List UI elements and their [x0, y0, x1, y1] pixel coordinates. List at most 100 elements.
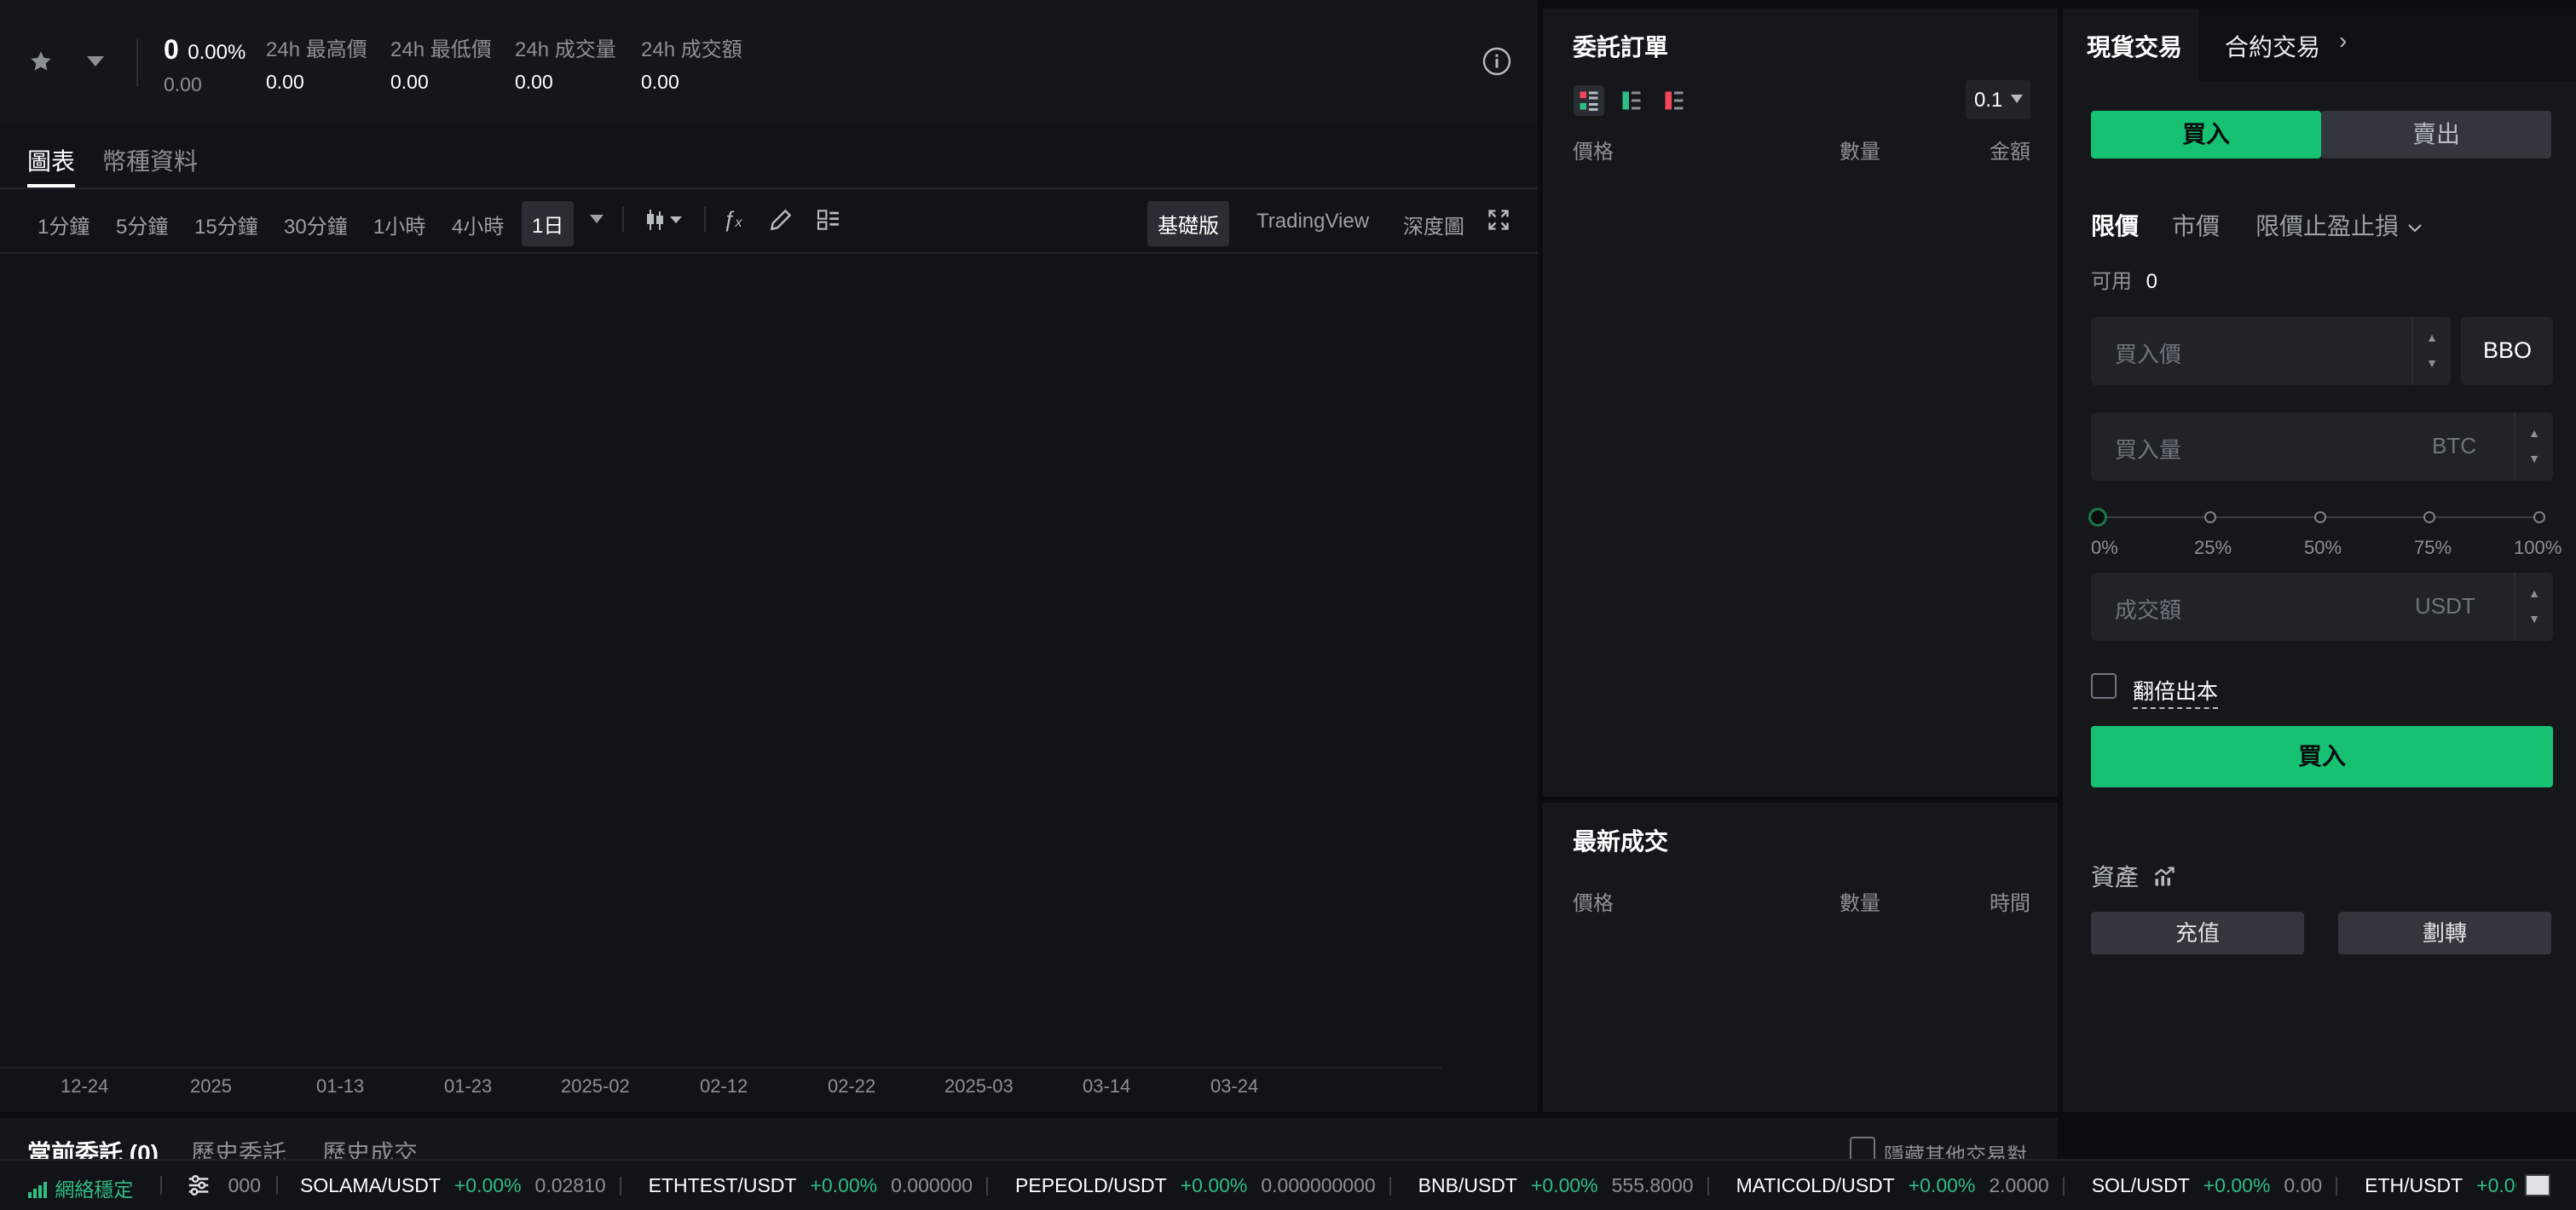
timeframe-1d[interactable]: 1日: [522, 201, 575, 246]
timeframe-30m[interactable]: 30分鐘: [284, 210, 348, 239]
toolbar-divider: [704, 206, 706, 232]
deposit-button[interactable]: 充值: [2091, 912, 2304, 954]
ticker-partial: 000: [228, 1174, 261, 1196]
total-placeholder: 成交額: [2115, 597, 2182, 623]
double-principal-checkbox[interactable]: [2091, 673, 2117, 699]
x-axis-label: 2025: [190, 1075, 232, 1097]
slider-mark[interactable]: [2533, 511, 2545, 523]
candle-icon[interactable]: [644, 206, 687, 233]
x-axis-label: 02-22: [828, 1075, 876, 1097]
precision-select[interactable]: 0.1: [1966, 80, 2030, 119]
order-type-stop-limit[interactable]: 限價止盈止損: [2255, 208, 2423, 242]
double-principal-label: 翻倍出本: [2133, 675, 2219, 709]
sell-tab[interactable]: 賣出: [2321, 111, 2551, 158]
price-placeholder: 買入價: [2115, 342, 2182, 367]
order-book-title: 委託訂單: [1573, 34, 1669, 60]
timeframe-5m[interactable]: 5分鐘: [116, 210, 168, 239]
caret-down-icon[interactable]: [85, 55, 106, 68]
hide-others-checkbox[interactable]: [1850, 1137, 1875, 1159]
ticker-item[interactable]: ETH/USDT +0.00% 0: [2365, 1174, 2516, 1197]
timeframe-15m[interactable]: 15分鐘: [194, 210, 258, 239]
decrement-icon[interactable]: ▼: [2524, 450, 2544, 467]
increment-icon[interactable]: ▲: [2524, 424, 2544, 441]
timeframe-1h[interactable]: 1小時: [373, 210, 425, 239]
star-icon[interactable]: [29, 49, 53, 73]
order-type-limit[interactable]: 限價: [2091, 208, 2139, 242]
ticker-toggle-icon[interactable]: [2525, 1174, 2550, 1196]
tab-trade-history[interactable]: 歷史成交: [322, 1135, 418, 1159]
ticker-change: +0.00%: [810, 1174, 878, 1196]
ticker-item[interactable]: MATICOLD/USDT +0.00% 2.0000: [1736, 1174, 2065, 1197]
caret-down-icon[interactable]: [588, 213, 605, 225]
decrement-icon[interactable]: ▼: [2422, 354, 2442, 372]
decrement-icon[interactable]: ▼: [2524, 610, 2544, 627]
ticker-pair: PEPEOLD/USDT: [1015, 1174, 1167, 1196]
price-input[interactable]: 買入價 ▲ ▼: [2091, 317, 2451, 385]
tab-coin-info[interactable]: 幣種資料: [102, 143, 198, 177]
ticker-item[interactable]: SOL/USDT +0.00% 0.00: [2092, 1174, 2338, 1197]
ticker-price: 0.00: [2284, 1174, 2323, 1196]
slider-handle[interactable]: [2088, 508, 2107, 527]
transfer-button[interactable]: 劃轉: [2338, 912, 2551, 954]
ticker-change: +0.00%: [453, 1174, 522, 1196]
hide-others-label: 隱藏其他交易對: [1884, 1144, 2027, 1159]
info-icon[interactable]: [1481, 46, 1512, 77]
tab-spot[interactable]: 現貨交易: [2063, 9, 2199, 82]
total-input[interactable]: 成交額 USDT ▲ ▼: [2091, 573, 2553, 641]
slider-mark[interactable]: [2314, 511, 2326, 523]
fullscreen-icon[interactable]: [1487, 208, 1510, 232]
view-basic[interactable]: 基礎版: [1147, 201, 1229, 246]
orderbook-bids-icon[interactable]: [1616, 85, 1647, 116]
layout-icon[interactable]: [815, 206, 842, 233]
amount-placeholder: 買入量: [2115, 437, 2182, 463]
amount-input[interactable]: 買入量 BTC ▲ ▼: [2091, 412, 2553, 481]
chart-arrow-icon[interactable]: [2152, 865, 2176, 889]
ticker-item[interactable]: PEPEOLD/USDT +0.00% 0.000000000: [1015, 1174, 1391, 1197]
precision-value: 0.1: [1974, 89, 2003, 112]
slider-mark[interactable]: [2423, 511, 2435, 523]
tab-open-orders[interactable]: 當前委託 (0): [27, 1135, 159, 1159]
buy-tab[interactable]: 買入: [2091, 111, 2321, 158]
tab-chart[interactable]: 圖表: [27, 143, 76, 187]
increment-icon[interactable]: ▲: [2422, 329, 2442, 346]
ticker-pair: ETH/USDT: [2365, 1174, 2463, 1196]
x-axis-label: 2025-02: [561, 1075, 630, 1097]
order-book-panel: 委託訂單 0.1 價格 數量 金額: [1543, 9, 2058, 797]
available-value: 0: [2146, 270, 2158, 293]
ticker-separator: [619, 1176, 621, 1196]
chart-canvas[interactable]: [0, 254, 1538, 1184]
col-price: 價格: [1573, 141, 1614, 164]
view-tradingview[interactable]: TradingView: [1256, 210, 1369, 233]
settings-sliders-icon[interactable]: [184, 1173, 213, 1198]
pencil-icon[interactable]: [767, 206, 794, 233]
slider-label: 0%: [2091, 537, 2118, 558]
buy-submit-button[interactable]: 買入: [2091, 726, 2553, 787]
col-time: 時間: [1990, 892, 2030, 915]
x-axis-label: 02-12: [700, 1075, 748, 1097]
tab-futures-label: 合約交易: [2225, 34, 2321, 60]
slider-label: 50%: [2304, 537, 2342, 558]
stat-value: 0.00: [515, 71, 553, 93]
ticker-item[interactable]: BNB/USDT +0.00% 555.8000: [1418, 1174, 1709, 1197]
view-depth[interactable]: 深度圖: [1403, 210, 1464, 239]
assets-header: 資產: [2091, 859, 2176, 893]
x-axis-label: 03-24: [1210, 1075, 1259, 1097]
available-balance: 可用 0: [2091, 264, 2157, 294]
ticker-item[interactable]: SOLAMA/USDT +0.00% 0.02810: [300, 1174, 621, 1197]
tab-futures[interactable]: 合約交易 ›: [2199, 9, 2576, 82]
ticker-change: +0.00%: [2203, 1174, 2271, 1196]
orderbook-asks-icon[interactable]: [1659, 85, 1689, 116]
increment-icon[interactable]: ▲: [2524, 585, 2544, 602]
order-type-stop-limit-label: 限價止盈止損: [2255, 213, 2400, 239]
formula-icon[interactable]: ƒx: [723, 206, 742, 233]
order-type-market[interactable]: 市價: [2172, 208, 2220, 242]
tab-order-history[interactable]: 歷史委託: [191, 1135, 286, 1159]
x-axis-label: 2025-03: [944, 1075, 1014, 1097]
ticker-item[interactable]: ETHTEST/USDT +0.00% 0.000000: [649, 1174, 989, 1197]
timeframe-1m[interactable]: 1分鐘: [38, 210, 90, 239]
orderbook-both-icon[interactable]: [1574, 85, 1604, 116]
timeframe-4h[interactable]: 4小時: [452, 210, 504, 239]
ticker-pair: MATICOLD/USDT: [1736, 1174, 1895, 1196]
bbo-button[interactable]: BBO: [2461, 317, 2553, 385]
slider-mark[interactable]: [2204, 511, 2216, 523]
